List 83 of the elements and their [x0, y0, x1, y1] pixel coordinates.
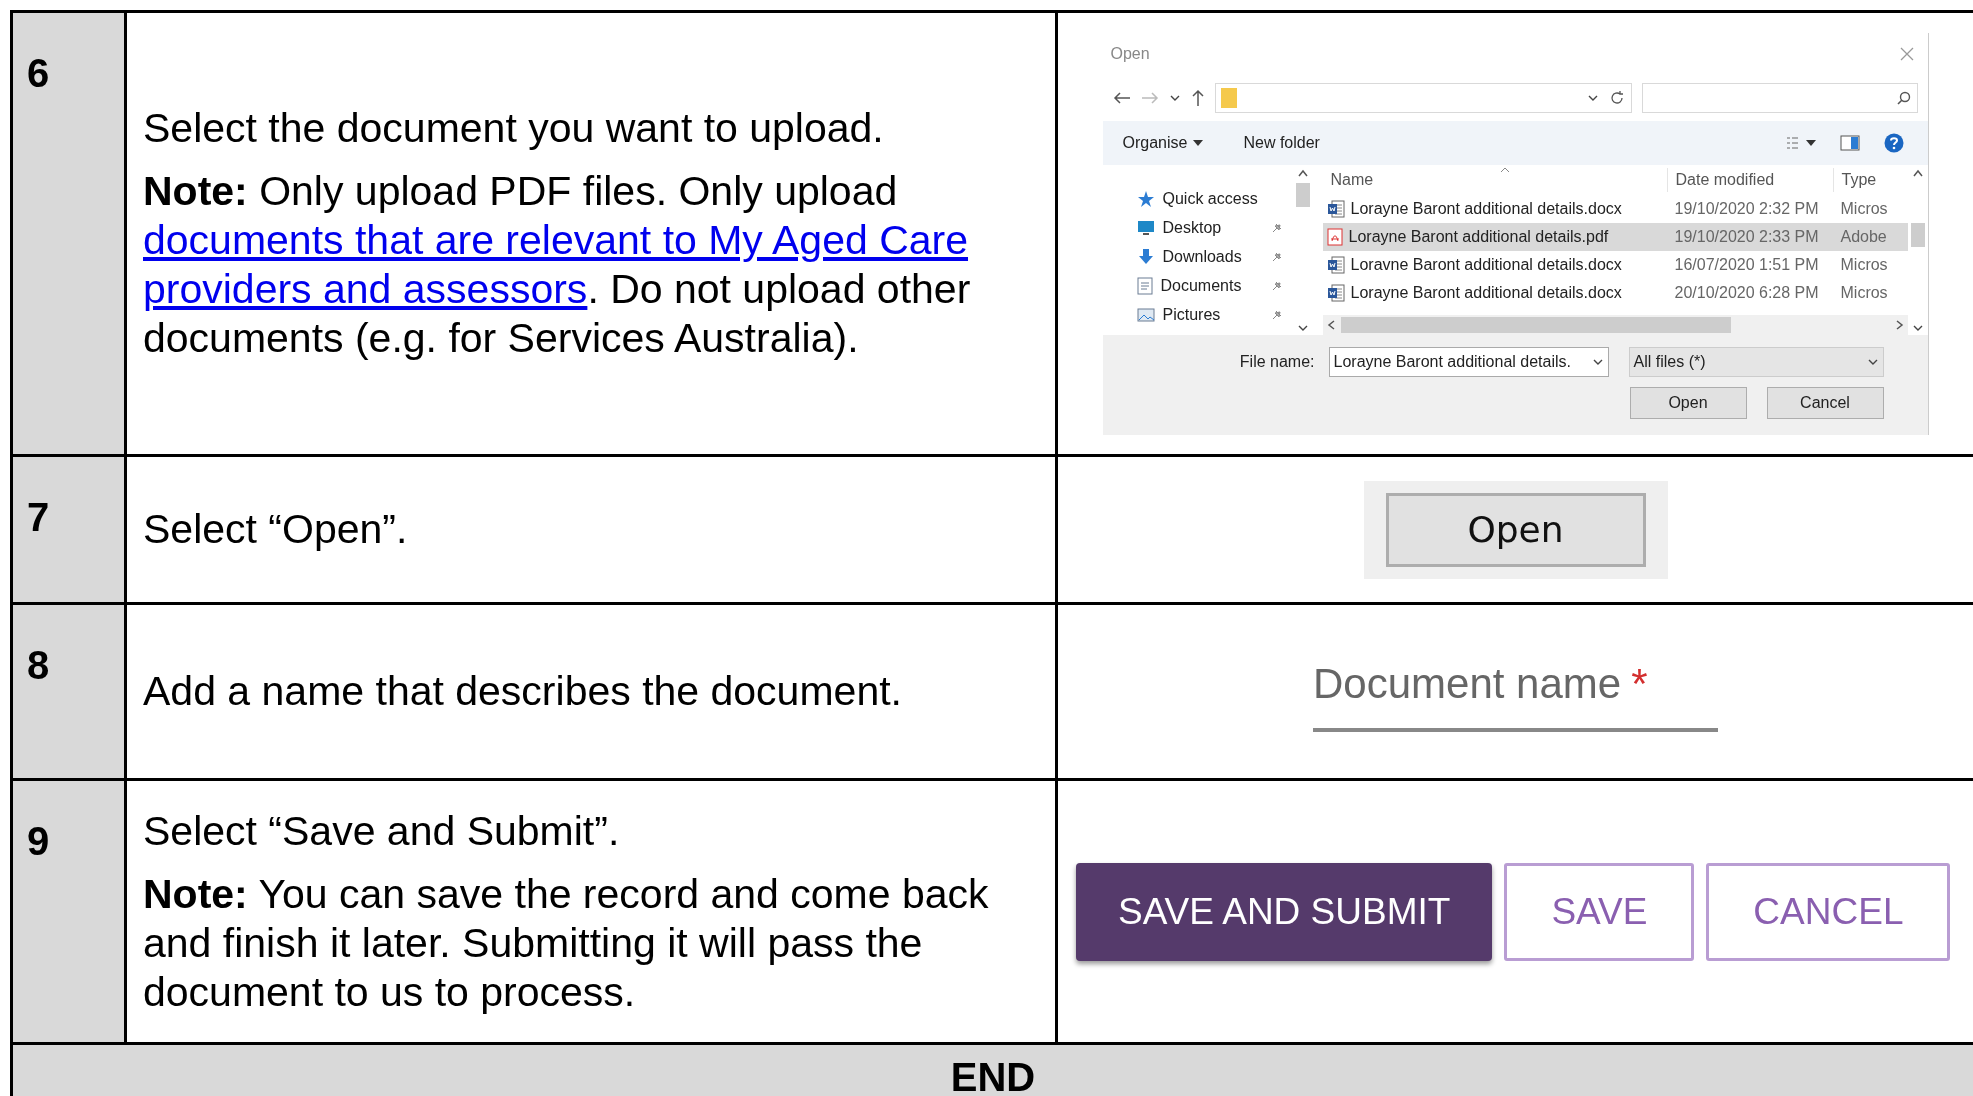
navigation-item[interactable]: Downloads [1136, 242, 1283, 272]
navigation-item[interactable]: Pictures [1136, 300, 1283, 330]
window-title: Open [1110, 43, 1150, 64]
up-arrow-icon [1190, 88, 1205, 107]
pin-icon [1270, 251, 1283, 263]
organise-menu-button[interactable]: Organise [1122, 130, 1204, 155]
field-label: File name: [1239, 351, 1315, 372]
instruction-text: Select “Open”. [143, 505, 409, 554]
file-type: Micros [1839, 254, 1888, 275]
view-options-icon [1785, 135, 1816, 150]
horizontal-scrollbar[interactable] [1322, 314, 1908, 335]
back-arrow-icon [1112, 90, 1131, 105]
file-type: Micros [1839, 198, 1888, 219]
file-date: 19/10/2020 2:32 PM [1673, 198, 1820, 219]
file-row[interactable]: Lorayne Baront additional details.docx 20/10/2020 6:28 PM Micros [1322, 278, 1908, 307]
step-number: 8 [27, 643, 50, 687]
column-header[interactable]: Date modified [1666, 167, 1833, 192]
required-asterisk: * [1631, 658, 1648, 709]
scrollbar-thumb[interactable] [1340, 316, 1731, 333]
step-number: 9 [27, 819, 50, 863]
file-name: Loravne Baront additional details.docx [1350, 254, 1622, 275]
navigation-item[interactable]: Quick access [1136, 184, 1283, 214]
scrollbar-thumb[interactable] [1910, 222, 1925, 247]
help-icon [1883, 132, 1904, 153]
download-arrow-icon [1136, 248, 1155, 266]
word-document-icon [1326, 255, 1345, 274]
monitor-icon [1136, 220, 1155, 236]
file-name: Lorayne Baront additional details.docx [1350, 198, 1622, 219]
instruction-text: Select “Save and Submit”. [143, 806, 621, 856]
instruction-text: Add a name that describes the document. [143, 667, 903, 716]
instruction-text: Note: Only upload PDF files. Only upload documents that are relevant to My Aged Care providers and assessors. Do not upload other documents (e.g. for Services Australia). [143, 167, 972, 363]
file-type: Micros [1839, 282, 1888, 303]
word-document-icon [1326, 283, 1345, 302]
file-name-field[interactable]: Lorayne Baront additional details. [1328, 346, 1609, 377]
folder-icon [1219, 86, 1238, 109]
column-header[interactable]: Name [1322, 167, 1667, 192]
link[interactable]: documents that are relevant to My Aged Care [143, 216, 968, 265]
step-number: 6 [27, 51, 50, 95]
instruction-text: Note: You can save the record and come back and finish it later. Submitting it will pass the document to us to process. [143, 869, 990, 1017]
file-row[interactable]: Lorayne Baront additional details.docx 19/10/2020 2:32 PM Micros [1322, 194, 1908, 223]
caret-icon [1193, 139, 1204, 146]
file-name: Lorayne Baront additional details.pdf [1348, 226, 1609, 247]
preview-pane-icon [1839, 134, 1860, 151]
close-icon [1899, 46, 1914, 61]
pin-icon [1270, 280, 1283, 292]
file-type: Adobe [1839, 226, 1887, 247]
navigation-item[interactable]: Desktop [1136, 213, 1283, 243]
chevron-up-icon [1296, 168, 1309, 177]
address-bar[interactable] [1214, 82, 1632, 113]
star-icon [1136, 190, 1155, 208]
scrollbar-thumb[interactable] [1295, 182, 1310, 207]
column-header[interactable]: Type [1832, 167, 1877, 192]
primary-button[interactable]: SAVE AND SUBMIT [1076, 862, 1493, 961]
secondary-button[interactable]: SAVE [1504, 862, 1695, 961]
search-icon [1896, 90, 1911, 105]
forward-arrow-icon [1140, 90, 1159, 105]
file-date: 16/07/2020 1:51 PM [1673, 254, 1820, 275]
file-name: Lorayne Baront additional details.docx [1350, 282, 1622, 303]
pdf-document-icon [1326, 227, 1343, 246]
dialog-button[interactable]: Cancel [1766, 386, 1884, 419]
instruction-text: Select the document you want to upload. [143, 104, 885, 153]
end-label: END [950, 1054, 1036, 1096]
search-field[interactable] [1641, 82, 1918, 113]
document-name-field[interactable]: Document name * [1313, 651, 1718, 732]
dialog-button[interactable]: Open [1629, 386, 1747, 419]
refresh-icon [1608, 89, 1625, 106]
navigation-item[interactable]: Documents [1136, 271, 1283, 301]
file-row[interactable]: Lorayne Baront additional details.pdf 19/10/2020 2:33 PM Adobe [1322, 222, 1908, 251]
file-type-dropdown[interactable]: All files (*) [1628, 346, 1884, 377]
file-date: 19/10/2020 2:33 PM [1673, 226, 1820, 247]
file-row[interactable]: Loravne Baront additional details.docx 16/07/2020 1:51 PM Micros [1322, 250, 1908, 279]
new-folder-button[interactable]: New folder [1243, 130, 1320, 155]
file-date: 20/10/2020 6:28 PM [1673, 282, 1820, 303]
pin-icon [1270, 309, 1283, 321]
open-button[interactable]: Open [1385, 492, 1646, 567]
link[interactable]: providers and assessors [143, 265, 588, 314]
word-document-icon [1326, 199, 1345, 218]
pin-icon [1270, 222, 1283, 234]
picture-icon [1136, 308, 1155, 322]
chevron-up-icon [1911, 168, 1924, 177]
step-number: 7 [27, 495, 50, 539]
document-icon [1136, 277, 1153, 295]
secondary-button[interactable]: CANCEL [1706, 862, 1951, 961]
